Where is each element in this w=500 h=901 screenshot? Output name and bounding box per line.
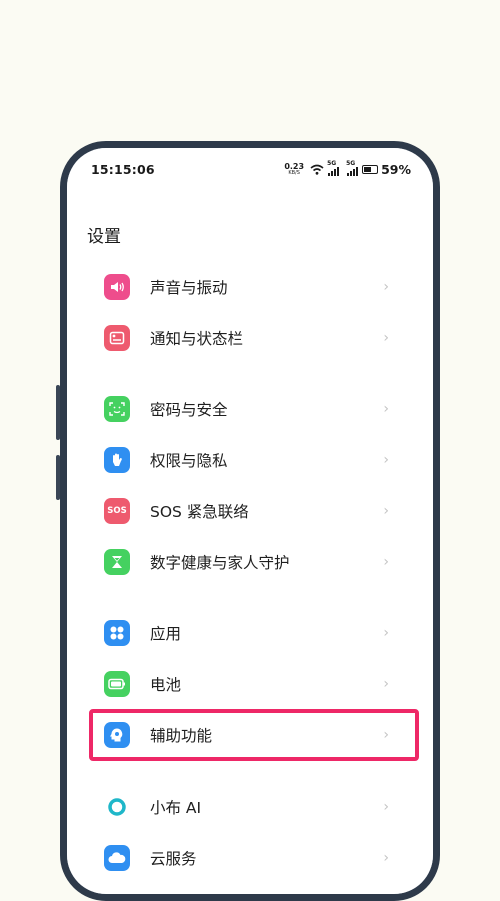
chevron-right-icon: › (383, 849, 389, 866)
battery-icon (104, 670, 130, 697)
menu-item-label: 数字健康与家人守护 (150, 553, 290, 572)
menu-item-label: 权限与隐私 (150, 451, 228, 470)
chevron-right-icon: › (383, 400, 389, 417)
chevron-right-icon: › (383, 675, 389, 692)
wifi-icon (310, 164, 324, 175)
menu-item-label: 小布 AI (150, 798, 202, 817)
menu-item-label: 密码与安全 (150, 400, 228, 419)
menu-item-label: 声音与振动 (150, 278, 228, 297)
ai-assistant-icon (104, 794, 130, 820)
settings-screen: 15:15:06 0.23 KB/S 5G 5G 59% 设置 声音与振动 › … (67, 148, 433, 894)
chevron-right-icon: › (383, 278, 389, 295)
status-time: 15:15:06 (91, 162, 155, 177)
network-speed-unit: KB/S (288, 169, 300, 176)
menu-item-label: 云服务 (150, 849, 197, 868)
menu-item-ai-assistant[interactable]: 小布 AI › (67, 781, 433, 832)
accessibility-highlight-box (89, 709, 419, 761)
speaker-icon (104, 273, 130, 300)
status-icons: 0.23 KB/S 5G 5G 59% (284, 160, 411, 178)
hand-icon (104, 446, 130, 473)
menu-item-label: 应用 (150, 624, 182, 643)
sos-icon-text: SOS (107, 505, 127, 516)
menu-item-sound[interactable]: 声音与振动 › (67, 261, 433, 312)
chevron-right-icon: › (383, 553, 389, 570)
menu-item-digital-wellbeing[interactable]: 数字健康与家人守护 › (67, 536, 433, 587)
menu-item-label: 通知与状态栏 (150, 329, 244, 348)
menu-item-apps[interactable]: 应用 › (67, 607, 433, 658)
battery-status-icon (362, 165, 379, 174)
menu-item-cloud[interactable]: 云服务 › (67, 832, 433, 883)
menu-item-notifications[interactable]: 通知与状态栏 › (67, 312, 433, 363)
menu-item-password-security[interactable]: 密码与安全 › (67, 383, 433, 434)
sos-icon: SOS (104, 497, 130, 524)
chevron-right-icon: › (383, 798, 389, 815)
menu-item-label: 电池 (150, 675, 182, 694)
network-speed: 0.23 KB/S (284, 161, 305, 177)
signal-icon-sim2: 5G (346, 160, 359, 176)
battery-percent: 59% (381, 162, 411, 177)
hourglass-icon (104, 548, 130, 575)
phone-frame: 15:15:06 0.23 KB/S 5G 5G 59% 设置 声音与振动 › … (60, 141, 440, 901)
face-id-icon (104, 395, 130, 422)
cloud-icon (104, 844, 130, 871)
status-bar: 15:15:06 0.23 KB/S 5G 5G 59% (91, 160, 411, 180)
chevron-right-icon: › (383, 451, 389, 468)
page-title: 设置 (87, 227, 121, 247)
menu-item-sos[interactable]: SOS SOS 紧急联络 › (67, 485, 433, 536)
apps-grid-icon (104, 619, 130, 646)
menu-item-label: SOS 紧急联络 (150, 502, 249, 521)
notification-icon (104, 324, 130, 351)
sim2-network-tag: 5G (346, 159, 356, 167)
chevron-right-icon: › (383, 624, 389, 641)
network-speed-value: 0.23 (284, 161, 305, 171)
signal-icon-sim1: 5G (327, 160, 340, 176)
menu-item-privacy[interactable]: 权限与隐私 › (67, 434, 433, 485)
battery-indicator: 59% (362, 162, 411, 177)
menu-item-battery[interactable]: 电池 › (67, 658, 433, 709)
sim1-network-tag: 5G (327, 159, 337, 167)
chevron-right-icon: › (383, 329, 389, 346)
chevron-right-icon: › (383, 502, 389, 519)
